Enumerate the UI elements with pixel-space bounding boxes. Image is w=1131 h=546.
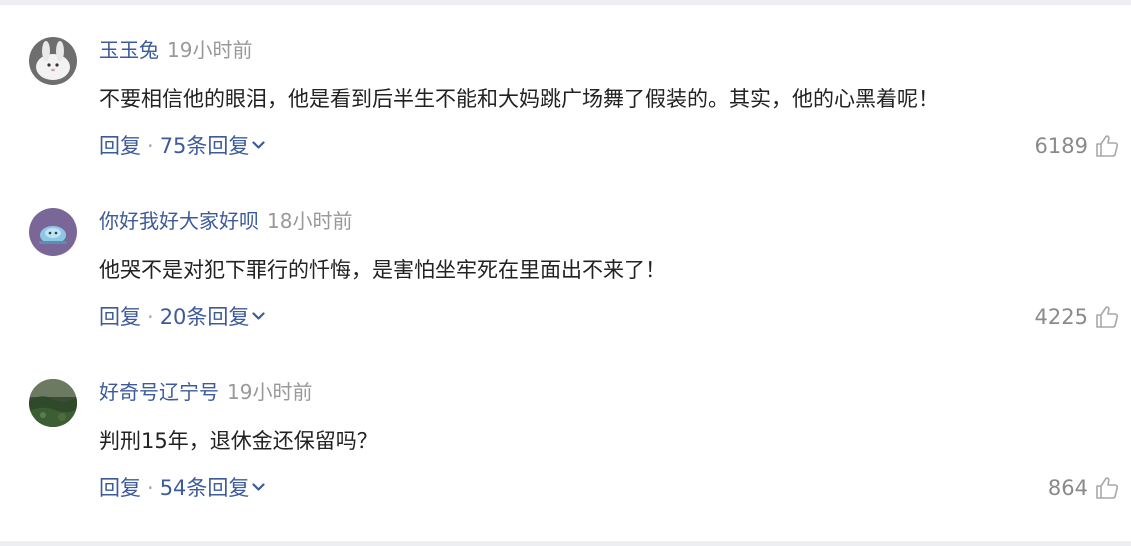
comment-item: 好奇号辽宁号 19小时前 判刑15年，退休金还保留吗？ 回复 · 54条回复 864: [0, 347, 1131, 517]
reply-button[interactable]: 回复: [99, 305, 141, 329]
comment-item: 玉玉兔 19小时前 不要相信他的眼泪，他是看到后半生不能和大妈跳广场舞了假装的。其…: [0, 5, 1131, 175]
thumbs-up-icon: [1096, 477, 1119, 499]
timestamp: 19小时前: [167, 38, 253, 62]
user-avatar[interactable]: [29, 379, 77, 427]
landscape-avatar-icon: [29, 379, 77, 427]
username[interactable]: 好奇号辽宁号: [99, 380, 219, 404]
reply-button[interactable]: 回复: [99, 134, 141, 158]
timestamp: 18小时前: [267, 209, 353, 233]
comment-meta: 好奇号辽宁号 19小时前: [99, 379, 312, 405]
view-replies-button[interactable]: 20条回复: [160, 305, 266, 329]
comment-meta: 玉玉兔 19小时前: [99, 37, 252, 63]
chevron-down-icon: [252, 140, 266, 149]
comment-text: 判刑15年，退休金还保留吗？: [99, 429, 378, 453]
timestamp: 19小时前: [227, 380, 313, 404]
thumbs-up-icon: [1096, 306, 1119, 328]
user-avatar[interactable]: [29, 208, 77, 256]
separator-dot: ·: [147, 134, 154, 158]
chevron-down-icon: [252, 311, 266, 320]
like-count: 4225: [1034, 305, 1088, 329]
view-replies-button[interactable]: 75条回复: [160, 134, 266, 158]
separator-dot: ·: [147, 305, 154, 329]
comment-actions: 回复 · 75条回复: [99, 131, 266, 161]
separator-dot: ·: [147, 476, 154, 500]
comment-item: 你好我好大家好呗 18小时前 他哭不是对犯下罪行的忏悔，是害怕坐牢死在里面出不来了…: [0, 176, 1131, 346]
like-button[interactable]: 6189: [1035, 131, 1120, 161]
comment-text: 他哭不是对犯下罪行的忏悔，是害怕坐牢死在里面出不来了！: [99, 258, 666, 282]
like-count: 864: [1047, 476, 1088, 500]
comment-actions: 回复 · 54条回复: [99, 473, 266, 503]
alien-avatar-icon: [29, 208, 77, 256]
comment-list: 玉玉兔 19小时前 不要相信他的眼泪，他是看到后半生不能和大妈跳广场舞了假装的。其…: [0, 5, 1131, 541]
rabbit-avatar-icon: [29, 37, 77, 85]
thumbs-up-icon: [1096, 135, 1119, 157]
comment-text: 不要相信他的眼泪，他是看到后半生不能和大妈跳广场舞了假装的。其实，他的心黑着呢！: [99, 87, 939, 111]
user-avatar[interactable]: [29, 37, 77, 85]
reply-button[interactable]: 回复: [99, 476, 141, 500]
like-button[interactable]: 864: [1048, 473, 1120, 503]
comment-meta: 你好我好大家好呗 18小时前: [99, 208, 352, 234]
replies-count-label: 54条回复: [159, 476, 250, 500]
chevron-down-icon: [252, 482, 266, 491]
comment-actions: 回复 · 20条回复: [99, 302, 266, 332]
username[interactable]: 玉玉兔: [99, 38, 159, 62]
username[interactable]: 你好我好大家好呗: [99, 209, 259, 233]
replies-count-label: 75条回复: [159, 134, 250, 158]
view-replies-button[interactable]: 54条回复: [160, 476, 266, 500]
like-button[interactable]: 4225: [1035, 302, 1120, 332]
like-count: 6189: [1034, 134, 1088, 158]
replies-count-label: 20条回复: [159, 305, 250, 329]
